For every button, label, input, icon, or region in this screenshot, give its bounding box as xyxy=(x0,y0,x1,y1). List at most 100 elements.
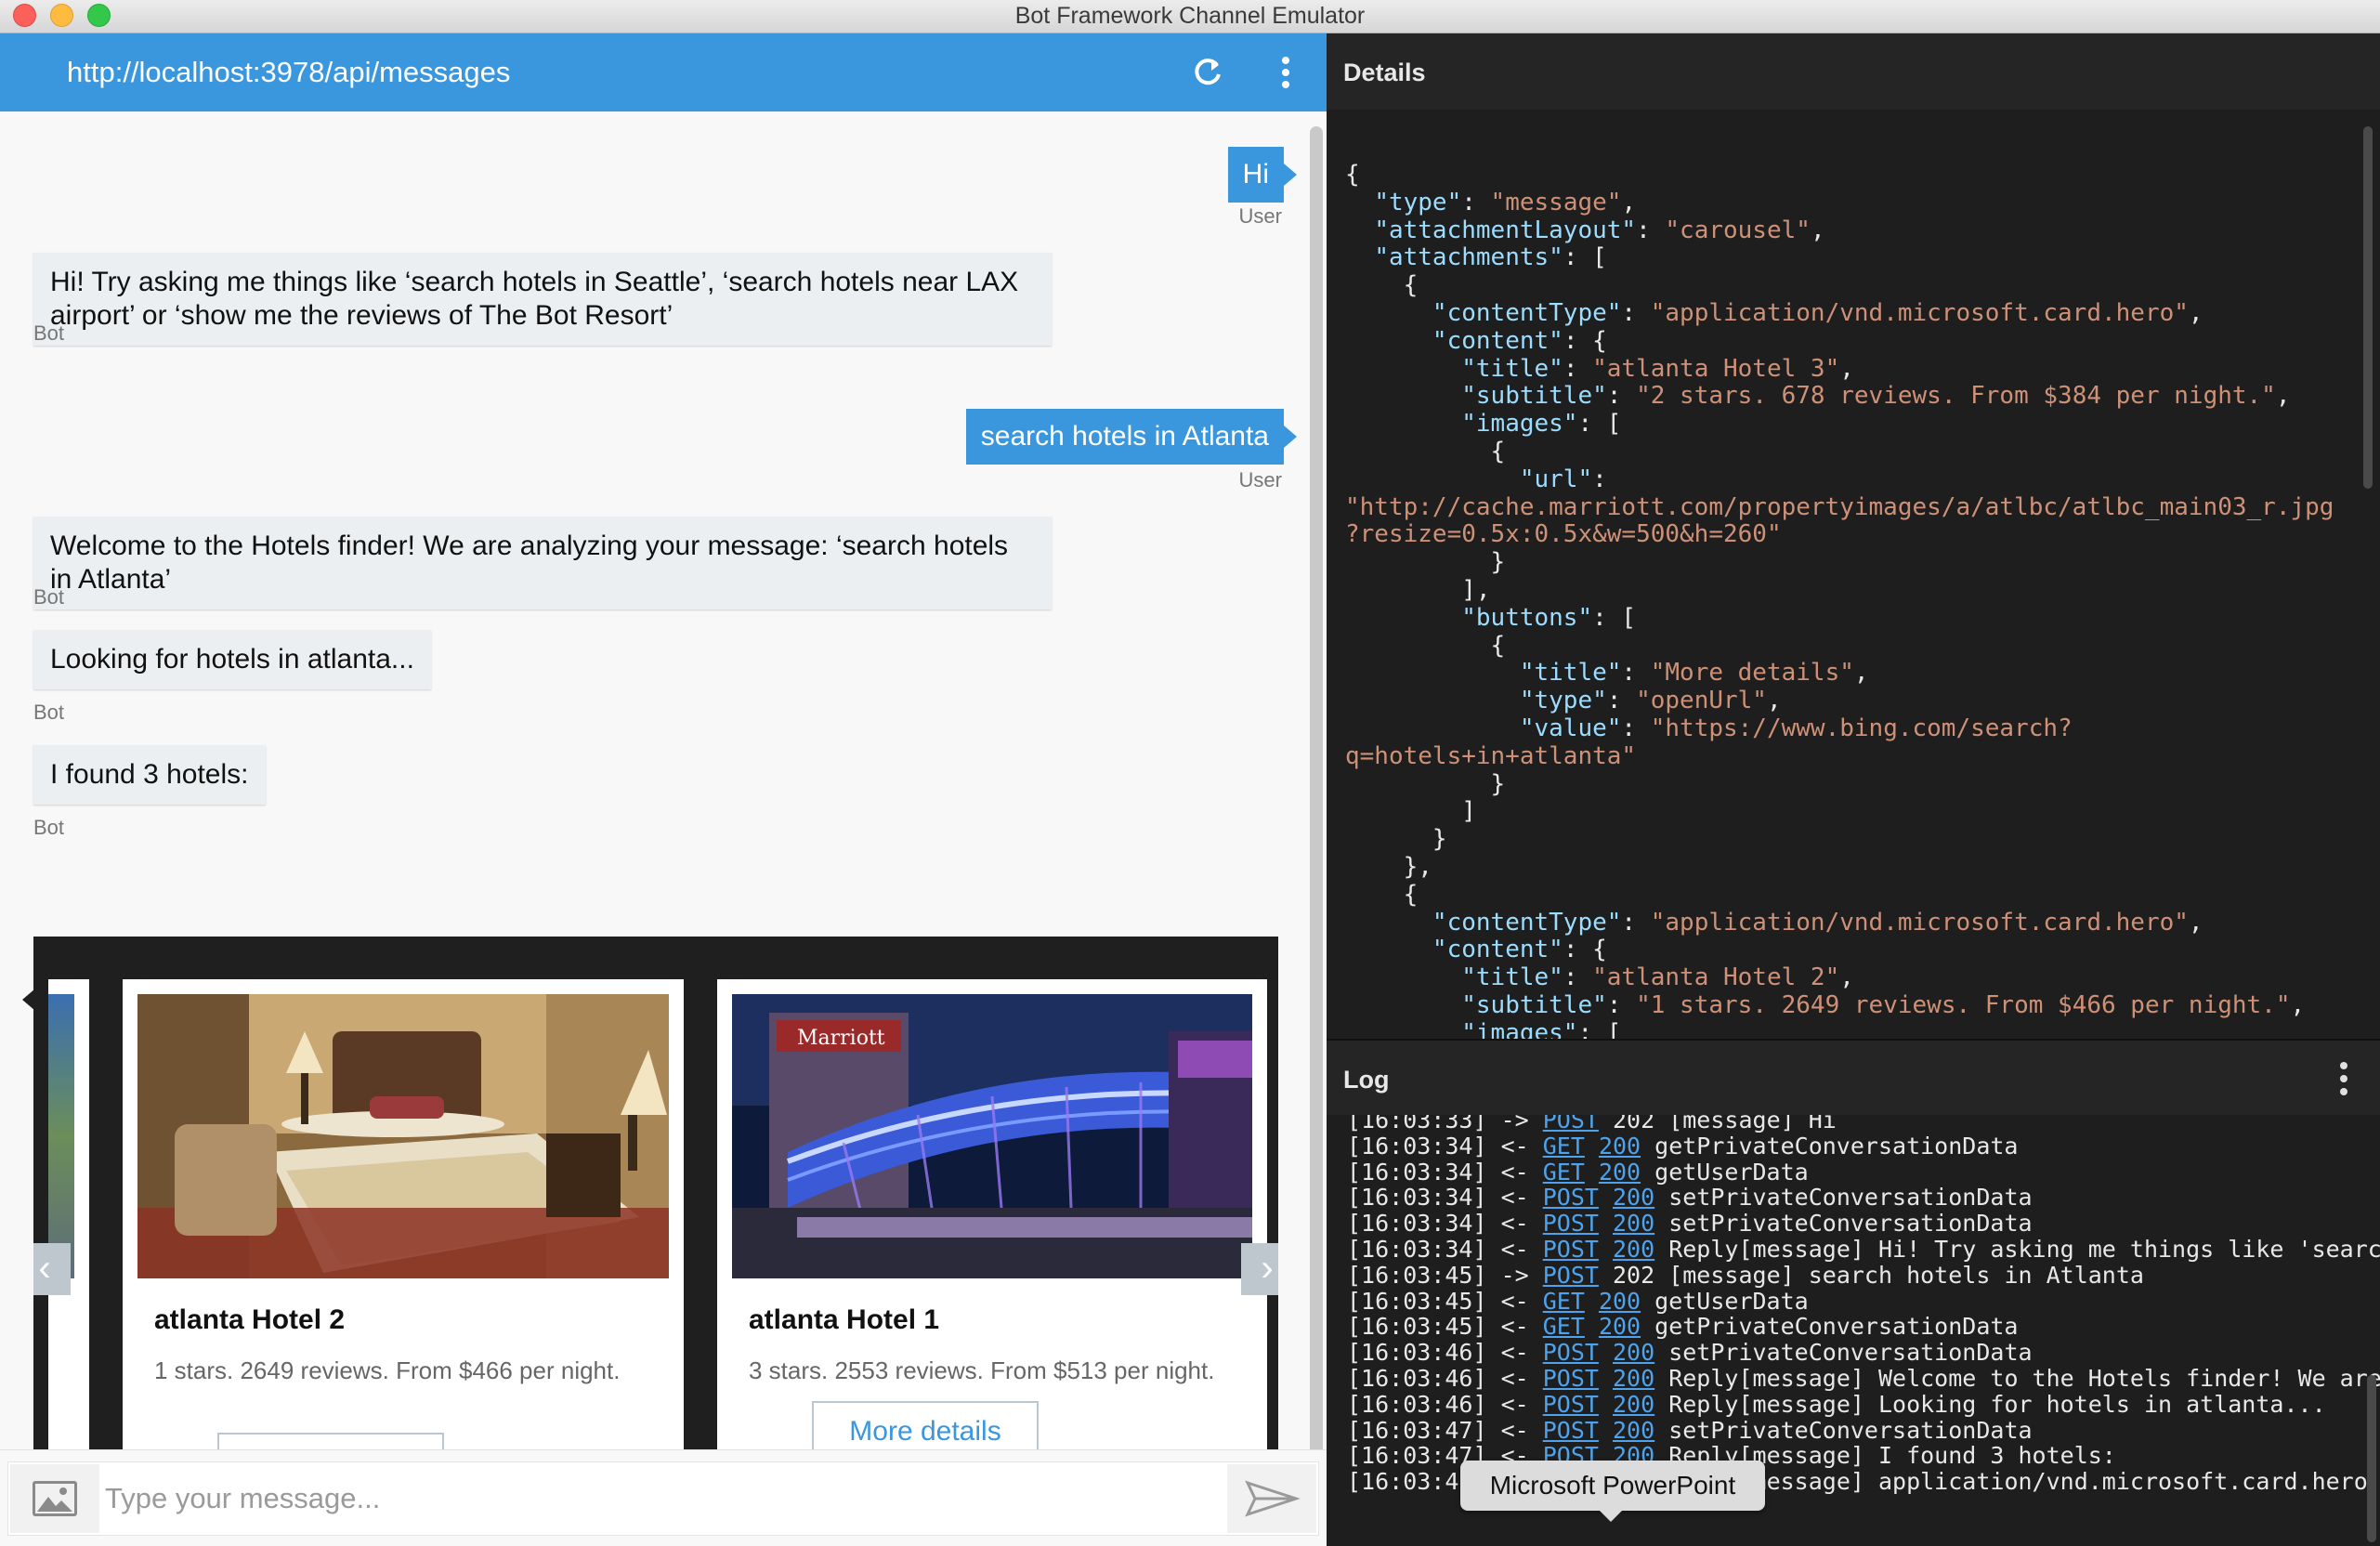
log-status[interactable]: 200 xyxy=(1613,1236,1654,1263)
log-status[interactable]: 200 xyxy=(1613,1391,1654,1418)
json-key: "type" xyxy=(1374,188,1462,216)
chat-pane: http://localhost:3978/api/messages Hi Us… xyxy=(0,33,1327,1546)
kebab-menu-icon[interactable] xyxy=(2330,1057,2358,1100)
bot-message: Welcome to the Hotels finder! We are ana… xyxy=(33,517,1052,609)
json-punct xyxy=(1345,189,1374,216)
log-status[interactable]: 200 xyxy=(1599,1288,1641,1315)
json-punct: , xyxy=(2275,382,2291,411)
send-button[interactable] xyxy=(1227,1464,1316,1533)
json-punct: , xyxy=(2188,298,2203,327)
json-punct: { xyxy=(1345,271,1419,300)
log-method-link[interactable]: GET xyxy=(1543,1288,1585,1315)
json-line: "http://cache.marriott.com/propertyimage… xyxy=(1345,492,2334,522)
json-key: "url" xyxy=(1519,465,1593,493)
card-subtitle: 1 stars. 2649 reviews. From $466 per nig… xyxy=(154,1356,621,1384)
chevron-left-icon[interactable]: ‹ xyxy=(33,1243,71,1295)
log-entry: [16:03:34] <- GET 200 getPrivateConversa… xyxy=(1347,1133,2380,1160)
refresh-icon[interactable] xyxy=(1187,52,1228,93)
json-punct: : [ xyxy=(1592,603,1637,632)
log-time: [16:03:46] <- xyxy=(1347,1339,1543,1367)
log-method-link[interactable]: GET xyxy=(1543,1133,1585,1160)
json-punct: } xyxy=(1345,548,1506,577)
json-string: "openUrl" xyxy=(1636,687,1767,715)
json-punct xyxy=(1345,465,1520,493)
json-string: "http://cache.marriott.com/propertyimage… xyxy=(1345,492,2334,521)
json-punct: , xyxy=(1766,687,1782,715)
json-string: "application/vnd.microsoft.card.hero" xyxy=(1650,908,2189,937)
details-json-view[interactable]: { "type": "message", "attachmentLayout":… xyxy=(1327,110,2360,1039)
bot-message: Looking for hotels in atlanta... xyxy=(33,630,431,689)
log-method-link[interactable]: POST xyxy=(1543,1184,1599,1211)
chevron-right-icon[interactable]: › xyxy=(1241,1243,1278,1295)
chat-header: http://localhost:3978/api/messages xyxy=(0,33,1327,111)
json-line: "contentType": "application/vnd.microsof… xyxy=(1345,908,2334,937)
upload-image-button[interactable] xyxy=(10,1464,99,1533)
log-method-link[interactable]: POST xyxy=(1543,1365,1599,1392)
sender-label: User xyxy=(1238,204,1282,228)
json-line: "value": "https://www.bing.com/search? xyxy=(1345,714,2334,743)
log-method-link[interactable]: POST xyxy=(1543,1391,1599,1418)
log-title: Log xyxy=(1343,1066,1390,1094)
sender-label: Bot xyxy=(33,701,65,724)
json-punct: , xyxy=(1853,659,1869,688)
chat-scrollbar[interactable] xyxy=(1310,126,1323,1464)
log-status[interactable]: 200 xyxy=(1599,1133,1641,1160)
json-key: "contentType" xyxy=(1432,298,1622,327)
json-key: "content" xyxy=(1432,936,1563,964)
hero-card-carousel: atlanta Hotel 2 1 stars. 2649 reviews. F… xyxy=(33,937,1278,1449)
details-title: Details xyxy=(1343,59,1426,86)
json-line: } xyxy=(1345,770,2334,799)
json-string: "atlanta Hotel 3" xyxy=(1592,354,1840,383)
log-method-link[interactable]: POST xyxy=(1543,1417,1599,1444)
log-scrollbar[interactable] xyxy=(2367,1375,2376,1542)
json-punct: { xyxy=(1345,631,1506,660)
conversation: Hi User Hi! Try asking me things like ‘s… xyxy=(0,111,1327,1449)
log-status[interactable]: 200 xyxy=(1613,1417,1654,1444)
json-punct: : xyxy=(1606,990,1637,1019)
bot-message: I found 3 hotels: xyxy=(33,745,266,805)
json-punct: , xyxy=(2188,908,2203,937)
log-method-link[interactable]: GET xyxy=(1543,1159,1585,1186)
log-entry: [16:03:47] <- POST 200 setPrivateConvers… xyxy=(1347,1417,2380,1444)
json-string: "message" xyxy=(1490,188,1622,216)
json-line: { xyxy=(1345,271,2334,300)
hotel-card: atlanta Hotel 2 1 stars. 2649 reviews. F… xyxy=(123,979,684,1449)
details-scrollbar[interactable] xyxy=(2363,126,2373,489)
image-icon xyxy=(33,1481,77,1516)
log-method-link[interactable]: GET xyxy=(1543,1313,1585,1340)
json-string: "More details" xyxy=(1650,659,1854,688)
json-line: "content": { xyxy=(1345,936,2334,964)
log-status[interactable]: 200 xyxy=(1613,1184,1654,1211)
hotel-card: Marriott atlanta Hotel 1 3 stars. 2553 r… xyxy=(717,979,1267,1449)
message-composer xyxy=(0,1449,1327,1546)
more-details-button[interactable]: More details xyxy=(217,1433,444,1449)
more-details-button[interactable]: More details xyxy=(812,1401,1039,1449)
log-method-link[interactable]: POST xyxy=(1543,1210,1599,1237)
marriott-logo-text: Marriott xyxy=(797,1027,885,1050)
json-line: }, xyxy=(1345,853,2334,882)
json-punct: : { xyxy=(1563,326,1607,355)
log-method-link[interactable]: POST xyxy=(1543,1262,1599,1289)
json-line: "title": "atlanta Hotel 2", xyxy=(1345,963,2334,992)
log-status[interactable]: 200 xyxy=(1599,1313,1641,1340)
json-punct: : xyxy=(1563,963,1593,992)
log-time: [16:03:33] -> xyxy=(1347,1115,1543,1133)
log-text: getPrivateConversationData xyxy=(1641,1132,2019,1160)
json-key: "images" xyxy=(1461,1018,1578,1039)
log-status[interactable]: 200 xyxy=(1613,1210,1654,1237)
json-punct: : xyxy=(1621,714,1651,742)
json-line: "buttons": [ xyxy=(1345,603,2334,633)
message-input[interactable] xyxy=(105,1472,1220,1526)
log-method-link[interactable]: POST xyxy=(1543,1339,1599,1366)
json-punct: , xyxy=(1839,354,1854,383)
log-method-link[interactable]: POST xyxy=(1543,1236,1599,1263)
log-status[interactable]: 200 xyxy=(1613,1365,1654,1392)
json-line: "images": [ xyxy=(1345,1018,2334,1039)
endpoint-url[interactable]: http://localhost:3978/api/messages xyxy=(67,33,510,111)
log-method-link[interactable]: POST xyxy=(1543,1115,1599,1133)
log-status[interactable]: 200 xyxy=(1599,1159,1641,1186)
hotel-image: Marriott xyxy=(732,994,1252,1278)
log-status[interactable]: 200 xyxy=(1613,1339,1654,1366)
user-message: search hotels in Atlanta xyxy=(965,409,1298,465)
kebab-menu-icon[interactable] xyxy=(1265,52,1306,93)
